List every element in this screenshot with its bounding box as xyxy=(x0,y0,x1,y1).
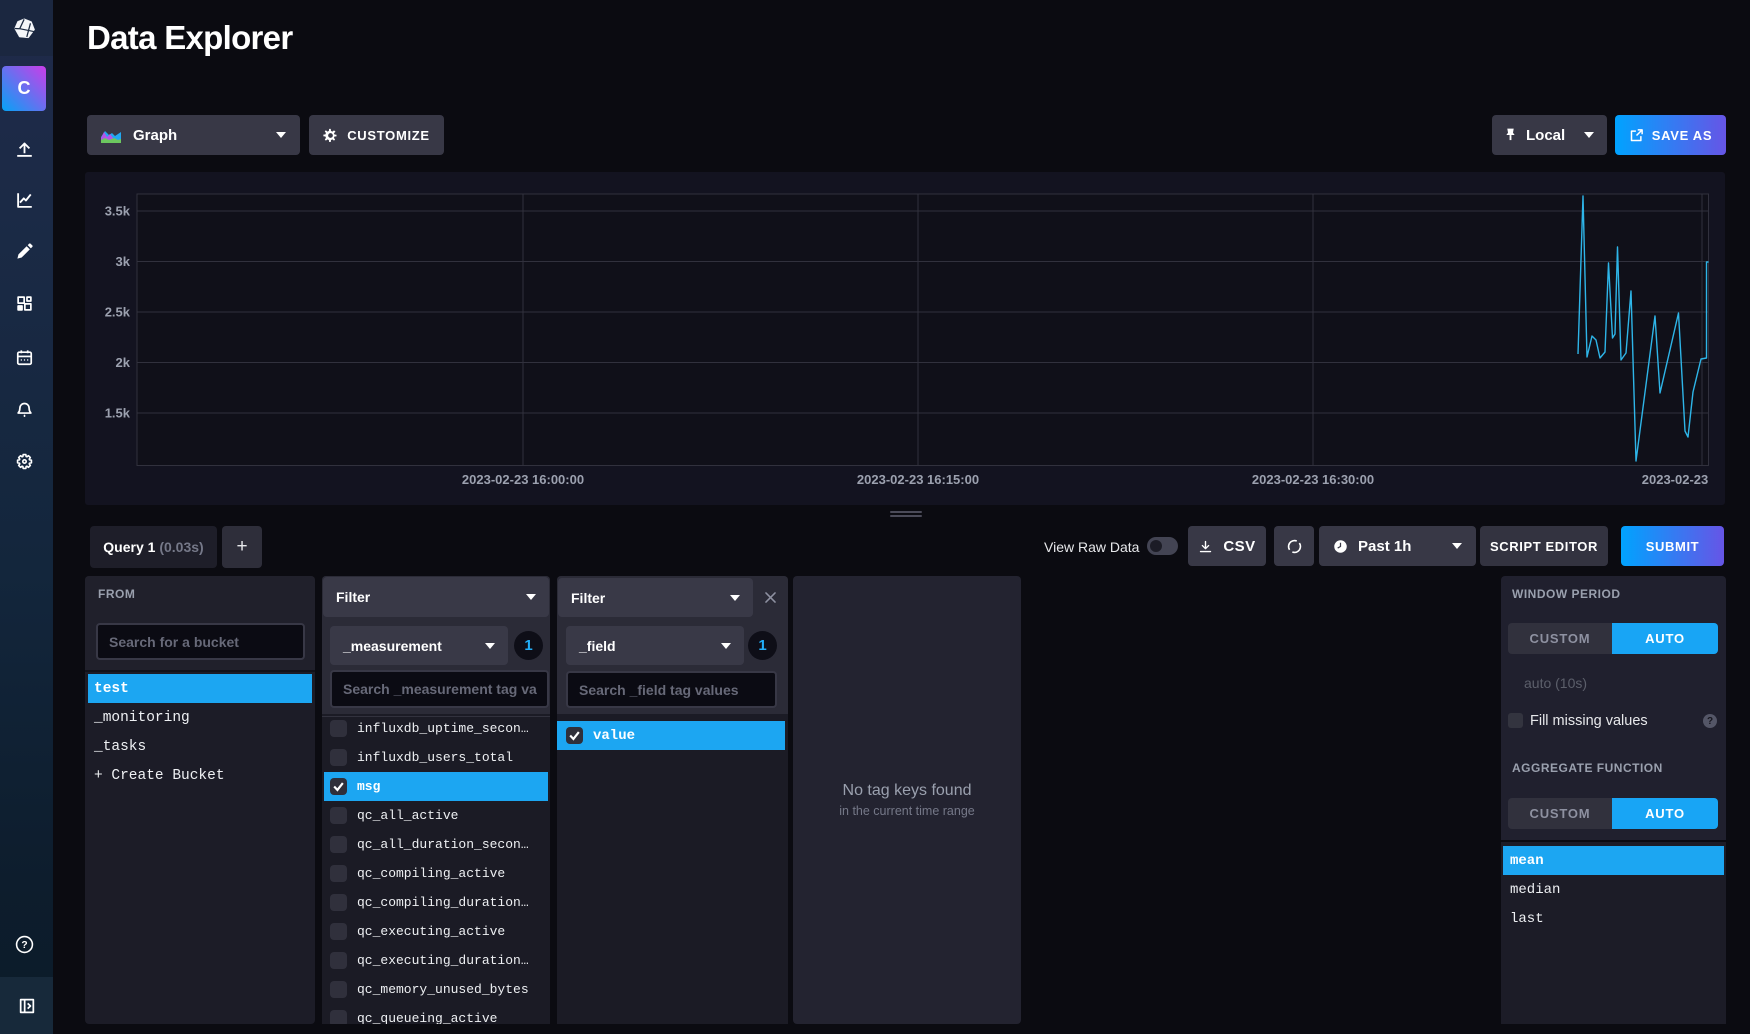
svg-text:?: ? xyxy=(21,940,27,951)
svg-text:1.5k: 1.5k xyxy=(105,406,131,421)
svg-text:2023-02-23 16:00:00: 2023-02-23 16:00:00 xyxy=(462,472,584,487)
svg-text:2023-02-23 16:30:00: 2023-02-23 16:30:00 xyxy=(1252,472,1374,487)
svg-text:2k: 2k xyxy=(116,355,131,370)
svg-text:3k: 3k xyxy=(116,254,131,269)
svg-text:2023-02-23: 2023-02-23 xyxy=(1642,472,1709,487)
svg-text:3.5k: 3.5k xyxy=(105,204,131,219)
svg-text:2.5k: 2.5k xyxy=(105,305,131,320)
svg-text:2023-02-23 16:15:00: 2023-02-23 16:15:00 xyxy=(857,472,979,487)
